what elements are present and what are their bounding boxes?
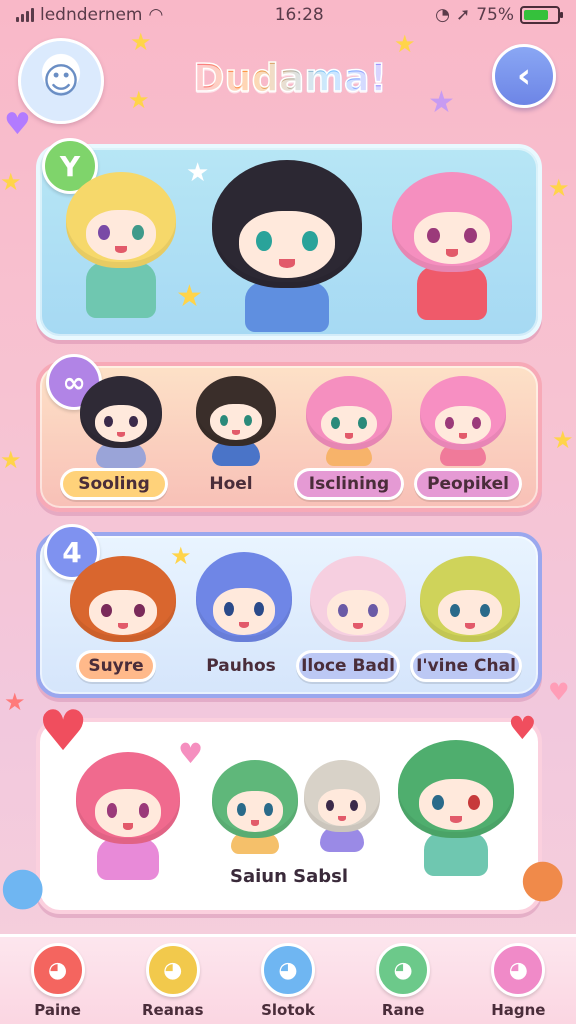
blue-blob-icon: ◕ (260, 943, 315, 997)
star-icon: ★ (176, 279, 203, 314)
location-icon: ➚ (455, 5, 471, 25)
heart-icon: ♥ (178, 737, 204, 770)
character-green-cat[interactable] (212, 760, 298, 854)
carrier-label: ledndernem (40, 5, 143, 25)
chip-hoel[interactable]: Hoel (188, 468, 274, 500)
character-pink-flower[interactable] (420, 376, 506, 466)
heart-icon: ♥ (548, 678, 570, 706)
heart-icon: ♥ (4, 107, 31, 142)
star-icon: ★ (130, 28, 152, 56)
arrow-left-icon: ‹ (516, 56, 531, 96)
character-black-hair[interactable] (212, 160, 362, 332)
character-yellow-green[interactable] (420, 556, 520, 642)
star-icon: ★ (548, 174, 570, 202)
character-pink-bob[interactable] (306, 376, 392, 466)
star-icon: ★ (170, 542, 192, 570)
status-right: ◔ ➚ 75% (435, 5, 563, 25)
character-body (245, 282, 329, 332)
chip-iloce-badl[interactable]: Iloce Badl (296, 650, 400, 682)
character-head (66, 172, 176, 268)
character-blonde[interactable] (66, 172, 176, 318)
party-caption: Saiun Sabsl (230, 866, 349, 887)
nav-label: Paine (34, 1001, 81, 1019)
character-pink-twintails[interactable] (392, 172, 512, 320)
back-button[interactable]: ‹ (492, 44, 556, 108)
bottom-nav: ◕ Paine ◕ Reanas ◕ Slotok ◕ Rane ◕ Hagne (0, 934, 576, 1024)
star-icon: ★ (0, 168, 22, 196)
orange-mascot-icon: ● (520, 848, 566, 908)
character-dark-short[interactable] (80, 376, 162, 468)
blue-mascot-icon: ● (0, 856, 46, 916)
character-green-bear[interactable] (398, 740, 514, 876)
app-title: Dudama! (176, 55, 404, 101)
star-icon: ★ (4, 688, 26, 716)
chip-sooling[interactable]: Sooling (60, 468, 168, 500)
star-icon: ★ (0, 446, 22, 474)
nav-item-rane[interactable]: ◕ Rane (353, 943, 453, 1019)
battery-percent: 75% (476, 5, 514, 25)
chip-suyre[interactable]: Suyre (76, 650, 156, 682)
character-head (212, 160, 362, 288)
star-icon: ★ (428, 85, 455, 120)
character-silver-hair[interactable] (304, 760, 380, 852)
chip-ivine-chal[interactable]: I'vine Chal (410, 650, 522, 682)
nav-item-paine[interactable]: ◕ Paine (8, 943, 108, 1019)
character-pink-dancer[interactable] (76, 752, 180, 880)
star-icon: ★ (128, 86, 150, 114)
chip-peopikel[interactable]: Peopikel (414, 468, 522, 500)
character-pastel-pink[interactable] (310, 556, 406, 642)
header: ☺ Dudama! ‹ (0, 34, 576, 124)
character-cat-ears[interactable] (196, 376, 276, 466)
chip-isclining[interactable]: Isclining (294, 468, 404, 500)
chip-pauhos[interactable]: Pauhos (196, 650, 286, 682)
character-body (86, 262, 156, 318)
character-body (417, 266, 487, 320)
red-blob-icon: ◕ (30, 943, 85, 997)
status-bar: ledndernem ◠ 16:28 ◔ ➚ 75% (0, 0, 576, 30)
star-icon: ★ (552, 426, 574, 454)
nav-label: Hagne (491, 1001, 546, 1019)
star-icon: ★ (394, 30, 416, 58)
alarm-icon: ◔ (435, 5, 450, 25)
nav-item-reanas[interactable]: ◕ Reanas (123, 943, 223, 1019)
nav-item-slotok[interactable]: ◕ Slotok (238, 943, 338, 1019)
wifi-icon: ◠ (148, 5, 164, 25)
battery-icon (520, 6, 563, 24)
character-blue-cat[interactable] (196, 552, 292, 642)
green-bear-icon: ◕ (376, 943, 431, 997)
nav-label: Slotok (261, 1001, 315, 1019)
pink-blob-icon: ◕ (491, 943, 546, 997)
nav-item-hagne[interactable]: ◕ Hagne (468, 943, 568, 1019)
yellow-bear-icon: ◕ (145, 943, 200, 997)
star-icon: ★ (186, 158, 210, 188)
signal-icon (16, 8, 34, 22)
nav-label: Rane (381, 1001, 425, 1019)
status-left: ledndernem ◠ (16, 5, 163, 25)
character-head (392, 172, 512, 272)
character-orange-hair[interactable] (70, 556, 176, 642)
nav-label: Reanas (141, 1001, 204, 1019)
status-time: 16:28 (274, 5, 324, 25)
